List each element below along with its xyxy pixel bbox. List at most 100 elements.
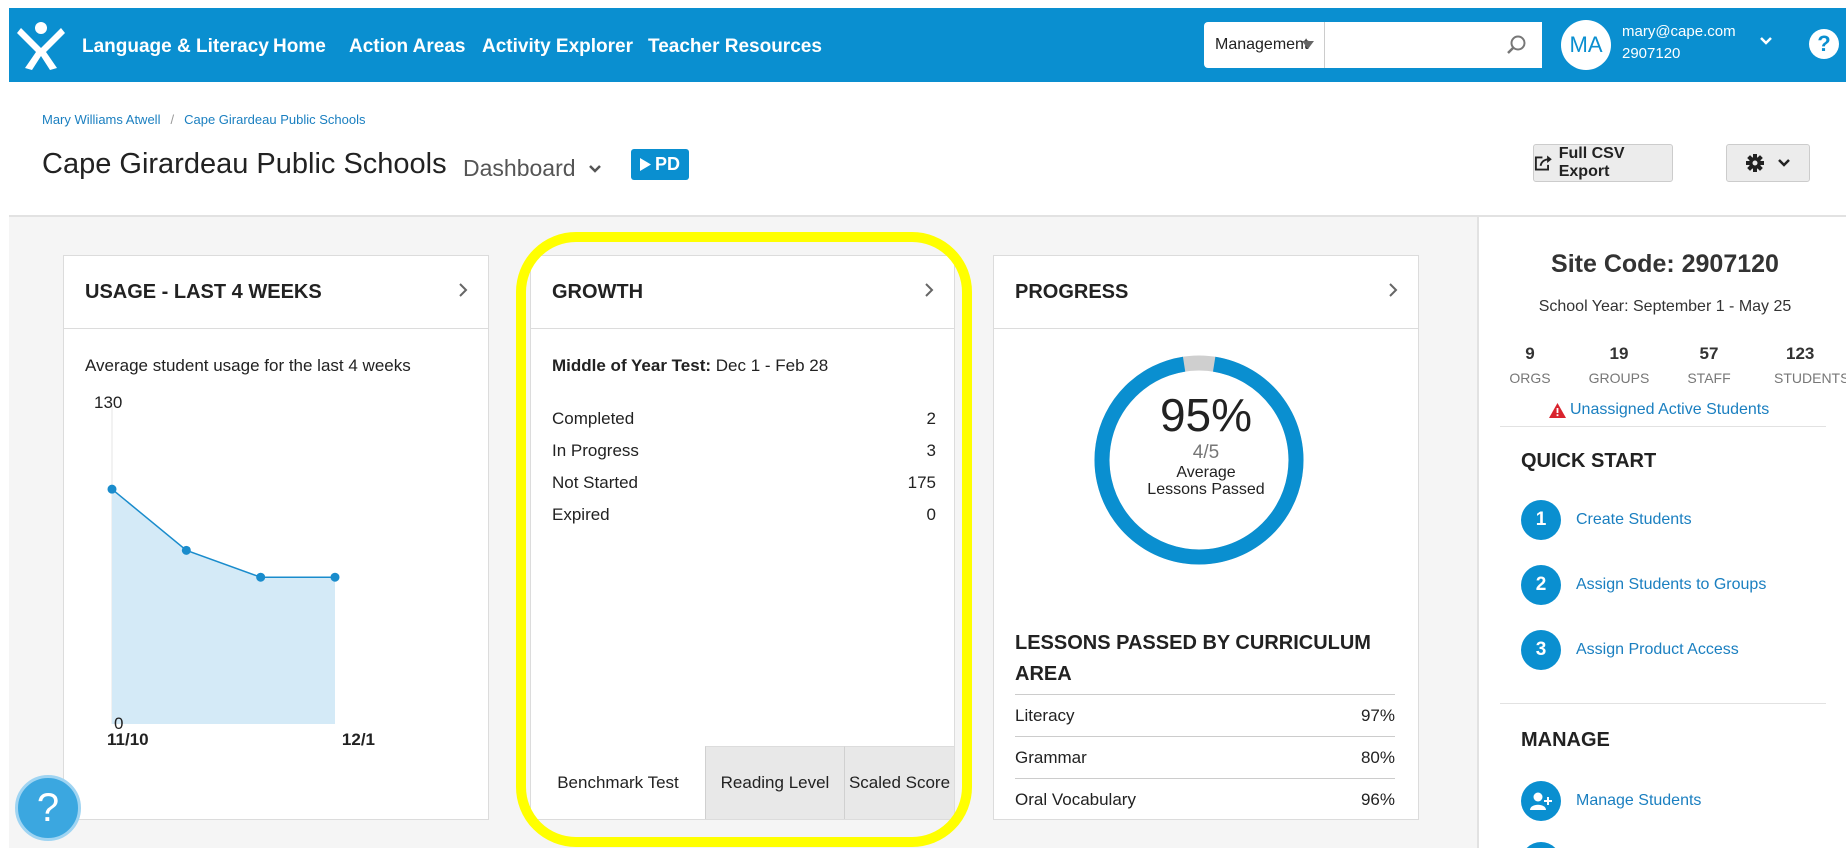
- lesson-area: Grammar: [1015, 747, 1087, 767]
- sidebar-separator: [1500, 426, 1826, 427]
- breadcrumb: Mary Williams Atwell / Cape Girardeau Publ…: [42, 112, 366, 127]
- search-scope-select[interactable]: Management: [1204, 22, 1325, 68]
- nav-teacher-resources[interactable]: Teacher Resources: [648, 36, 822, 58]
- chevron-right-icon[interactable]: [924, 282, 934, 298]
- step-number: 3: [1521, 630, 1561, 670]
- help-icon: ?: [36, 785, 60, 830]
- stat-label: GROUPS: [1588, 370, 1650, 386]
- unassigned-students-label: Unassigned Active Students: [1570, 401, 1770, 418]
- stat-label: STAFF: [1687, 370, 1731, 386]
- stat-staff[interactable]: 57 STAFF: [1682, 344, 1736, 386]
- progress-card-title: PROGRESS: [1015, 280, 1129, 303]
- quick-start-assign-access[interactable]: 3 Assign Product Access: [1521, 630, 1739, 670]
- play-icon: [640, 158, 651, 171]
- settings-button[interactable]: [1726, 144, 1810, 182]
- logo-icon[interactable]: [17, 20, 65, 70]
- help-icon[interactable]: ?: [1809, 29, 1839, 59]
- data-point: [256, 572, 266, 582]
- tab-reading-level[interactable]: Reading Level: [705, 746, 844, 819]
- pd-button[interactable]: PD: [631, 149, 690, 180]
- progress-card-header[interactable]: PROGRESS: [994, 256, 1418, 329]
- growth-row-label: In Progress: [552, 441, 639, 460]
- page-title: Cape Girardeau Public Schools: [42, 148, 447, 180]
- quick-start-label: Create Students: [1576, 511, 1692, 528]
- search-icon[interactable]: [1506, 34, 1528, 56]
- step-number: 1: [1521, 500, 1561, 540]
- full-csv-export-button[interactable]: Full CSV Export: [1533, 144, 1673, 182]
- sidebar-divider: [1477, 217, 1479, 848]
- nav-language-literacy[interactable]: Language & Literacy: [82, 36, 269, 58]
- usage-area: [112, 489, 335, 724]
- stat-students[interactable]: 123 STUDENTS: [1772, 344, 1846, 386]
- chevron-right-icon[interactable]: [1388, 282, 1398, 298]
- warning-icon: [1549, 402, 1566, 418]
- usage-card-title: USAGE - LAST 4 WEEKS: [85, 280, 322, 303]
- gear-icon: [1746, 154, 1764, 172]
- breadcrumb-district[interactable]: Cape Girardeau Public Schools: [184, 112, 365, 127]
- view-select[interactable]: Dashboard: [463, 155, 602, 182]
- progress-label-line2: Lessons Passed: [1147, 481, 1265, 498]
- quick-start-label: Assign Product Access: [1576, 641, 1739, 658]
- add-user-icon: [1521, 781, 1561, 821]
- growth-card-title: GROWTH: [552, 280, 644, 303]
- growth-test-label: Middle of Year Test:: [552, 356, 712, 375]
- quick-start-assign-groups[interactable]: 2 Assign Students to Groups: [1521, 565, 1766, 605]
- usage-card-header[interactable]: USAGE - LAST 4 WEEKS: [64, 256, 488, 329]
- growth-row-not-started: Not Started 175: [552, 473, 936, 493]
- user-id: 2907120: [1622, 45, 1681, 62]
- chevron-right-icon[interactable]: [458, 282, 468, 298]
- breadcrumb-user[interactable]: Mary Williams Atwell: [42, 112, 160, 127]
- stat-label: ORGS: [1509, 370, 1551, 386]
- lessons-passed-title: LESSONS PASSED BY CURRICULUM AREA: [1015, 632, 1371, 685]
- stat-groups[interactable]: 19 GROUPS: [1584, 344, 1654, 386]
- lesson-value: 80%: [1360, 747, 1395, 767]
- tab-scaled-score[interactable]: Scaled Score: [844, 746, 954, 819]
- quick-start-title: QUICK START: [1521, 450, 1657, 472]
- nav-action-areas[interactable]: Action Areas: [349, 36, 466, 58]
- progress-card: PROGRESS 95% 4/5 Average Lessons Passed …: [993, 255, 1419, 820]
- chevron-down-icon: [1778, 159, 1790, 167]
- y-tick-label: 130: [94, 393, 122, 412]
- avatar[interactable]: MA: [1561, 20, 1611, 70]
- quick-start-create-students[interactable]: 1 Create Students: [1521, 500, 1692, 540]
- tab-benchmark-test[interactable]: Benchmark Test: [531, 746, 705, 819]
- manage-next-icon: [1521, 842, 1561, 848]
- lesson-value: 96%: [1360, 789, 1395, 809]
- search-bar: Management: [1204, 22, 1542, 68]
- manage-title: MANAGE: [1521, 729, 1610, 751]
- nav-activity-explorer[interactable]: Activity Explorer: [482, 36, 633, 58]
- usage-chart: 130011/10 12/1: [94, 393, 375, 749]
- unassigned-students-link[interactable]: Unassigned Active Students: [1549, 401, 1769, 419]
- stat-number: 9: [1525, 344, 1535, 363]
- lesson-row-literacy: Literacy 97%: [1015, 694, 1395, 736]
- lesson-value: 97%: [1360, 705, 1395, 725]
- data-point: [181, 545, 191, 555]
- lesson-area: Literacy: [1015, 705, 1075, 725]
- help-float-button[interactable]: ?: [15, 775, 81, 841]
- usage-description: Average student usage for the last 4 wee…: [85, 356, 411, 375]
- growth-row-label: Completed: [552, 409, 635, 428]
- growth-row-in-progress: In Progress 3: [552, 441, 936, 461]
- export-icon: [1534, 155, 1552, 171]
- nav-home[interactable]: Home: [273, 36, 326, 58]
- stat-number: 123: [1786, 344, 1815, 363]
- school-year: School Year: September 1 - May 25: [1538, 298, 1792, 315]
- usage-card: USAGE - LAST 4 WEEKS Average student usa…: [63, 255, 489, 820]
- growth-card: GROWTH Middle of Year Test: Dec 1 - Feb …: [530, 255, 955, 820]
- chevron-down-icon[interactable]: [1759, 36, 1773, 46]
- progress-label: Average Lessons Passed: [994, 464, 1418, 498]
- growth-card-header[interactable]: GROWTH: [531, 256, 954, 329]
- growth-row-value: 2: [926, 409, 936, 428]
- growth-test-dates: Dec 1 - Feb 28: [715, 356, 829, 375]
- manage-students-link[interactable]: Manage Students: [1521, 781, 1701, 821]
- lesson-area: Oral Vocabulary: [1015, 789, 1136, 809]
- user-email[interactable]: mary@cape.com: [1622, 23, 1736, 40]
- stat-number: 19: [1609, 344, 1629, 363]
- stat-orgs[interactable]: 9 ORGS: [1505, 344, 1555, 386]
- progress-percent: 95%: [1159, 389, 1253, 441]
- site-code: Site Code: 2907120: [1551, 250, 1779, 278]
- x-tick-label: 12/1: [342, 730, 375, 749]
- growth-row-value: 3: [926, 441, 936, 460]
- stat-number: 57: [1699, 344, 1719, 363]
- quick-start-label: Assign Students to Groups: [1576, 576, 1767, 593]
